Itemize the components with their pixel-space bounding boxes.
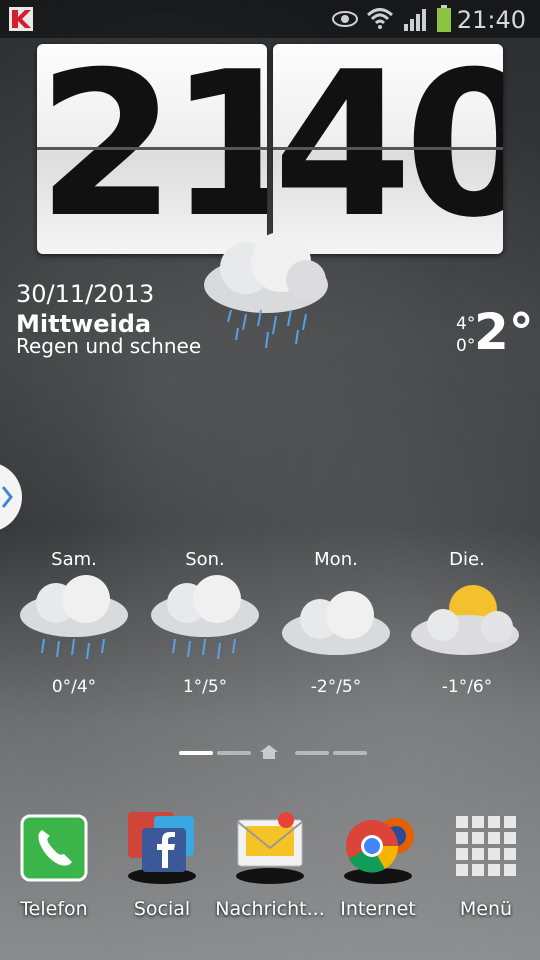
forecast-temp: -1°/6° (441, 677, 493, 697)
app-label: Menü (459, 898, 513, 920)
app-telefon[interactable]: Telefon (0, 810, 108, 930)
side-panel-handle[interactable] (0, 462, 22, 532)
app-nachrichten[interactable]: Nachricht... (215, 810, 325, 930)
app-menu[interactable]: Menü (432, 810, 540, 930)
app-label: Internet (340, 898, 416, 920)
page-dot[interactable] (295, 751, 329, 755)
page-dot[interactable] (217, 751, 251, 755)
temp-low: 0° (456, 336, 476, 356)
forecast-day-name: Die. (449, 549, 485, 570)
status-time: 21:40 (456, 6, 526, 34)
forecast-row[interactable]: Sam. 0°/4° Son. 1°/5° Mon. -2°/5° Die. -… (10, 545, 532, 705)
forecast-temp: 0°/4° (51, 677, 97, 697)
weather-date: 30/11/2013 (16, 280, 155, 308)
app-label: Social (133, 898, 191, 920)
page-dot[interactable] (333, 751, 367, 755)
app-internet[interactable]: Internet (324, 810, 432, 930)
phone-icon (20, 814, 88, 882)
app-dock: Telefon Social Nachricht... Internet Men… (0, 810, 540, 930)
clock-minutes-card: 40 (273, 44, 503, 254)
home-page-icon[interactable] (260, 745, 278, 759)
social-folder-icon (128, 812, 196, 884)
forecast-day[interactable]: Die. -1°/6° (403, 545, 531, 705)
flip-divider (273, 147, 503, 150)
current-temperature: 2° (474, 303, 534, 361)
forecast-day[interactable]: Sam. 0°/4° (10, 545, 138, 705)
forecast-temp: 1°/5° (182, 677, 228, 697)
app-label: Telefon (20, 898, 88, 920)
forecast-day-name: Son. (185, 549, 225, 570)
forecast-day[interactable]: Son. 1°/5° (141, 545, 269, 705)
status-bar[interactable]: 21:40 (0, 0, 540, 38)
app-social[interactable]: Social (108, 810, 216, 930)
forecast-day[interactable]: Mon. -2°/5° (272, 545, 400, 705)
chevron-right-icon (1, 486, 13, 508)
signal-icon (404, 9, 426, 31)
weather-condition: Regen und schnee (16, 334, 202, 358)
app-drawer-icon (456, 816, 516, 876)
cloud-icon (282, 591, 390, 655)
page-indicator[interactable] (0, 745, 540, 761)
sun-cloud-icon (411, 585, 519, 655)
page-dot[interactable] (179, 751, 213, 755)
cloud-rain-icon (151, 575, 259, 660)
browser-folder-icon (344, 818, 414, 884)
flip-clock-widget[interactable]: 21 40 (37, 44, 503, 254)
temp-high: 4° (456, 314, 476, 334)
forecast-day-name: Mon. (314, 549, 358, 570)
messages-icon (236, 812, 304, 884)
cloud-rain-icon[interactable] (186, 230, 346, 370)
forecast-day-name: Sam. (51, 549, 97, 570)
eye-icon (332, 11, 358, 27)
clock-hours-card: 21 (37, 44, 267, 254)
k-notification-icon (9, 7, 33, 31)
app-label: Nachricht... (215, 898, 325, 920)
forecast-temp: -2°/5° (310, 677, 362, 697)
battery-icon (437, 5, 451, 32)
wifi-icon (366, 8, 394, 29)
flip-divider (37, 147, 267, 150)
cloud-rain-icon (20, 575, 128, 660)
